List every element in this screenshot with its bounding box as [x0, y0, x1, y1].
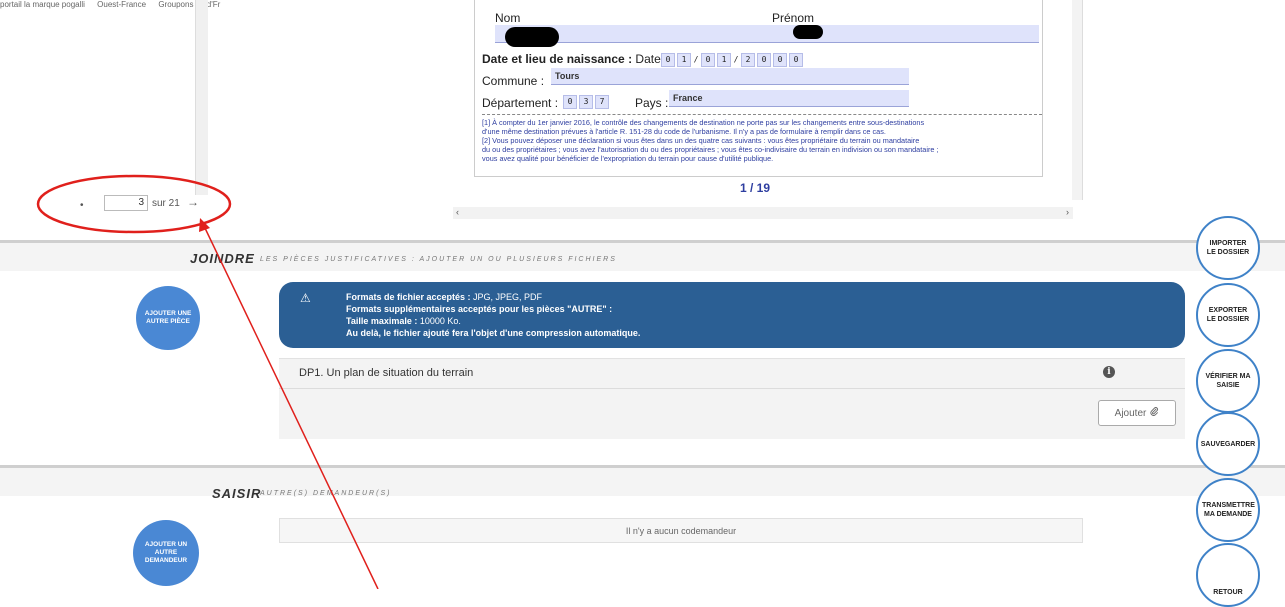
date-digit: 0	[789, 53, 803, 67]
pager-next-arrow-icon[interactable]: →	[187, 195, 199, 209]
info-icon[interactable]: i	[1103, 366, 1115, 378]
document-row-divider	[279, 388, 1185, 389]
date-digit: 0	[757, 53, 771, 67]
date-digit: 0	[773, 53, 787, 67]
verify-saisie-label: VÉRIFIER MA SAISIE	[1205, 373, 1251, 389]
banner-size-label: Taille maximale :	[346, 316, 418, 326]
pays-label: Pays :	[635, 96, 669, 110]
date-sep: /	[733, 55, 739, 64]
note-2c: vous avez qualité pour bénéficier de l'e…	[482, 154, 774, 163]
commune-label: Commune :	[482, 74, 545, 88]
viewer-vertical-scrollbar[interactable]	[1072, 0, 1083, 200]
scroll-right-icon[interactable]: ›	[1066, 207, 1069, 217]
date-digit: 1	[717, 53, 731, 67]
commune-field[interactable]: Tours	[551, 68, 909, 85]
save-button[interactable]: SAUVEGARDER	[1196, 412, 1260, 476]
verify-saisie-button[interactable]: VÉRIFIER MA SAISIE	[1196, 349, 1260, 413]
note-2b: du ou des propriétaires ; vous avez l'au…	[482, 145, 939, 154]
date-field[interactable]: 0 1/0 1/2 0 0 0	[661, 49, 805, 67]
banner-line-1: Formats de fichier acceptés : JPG, JPEG,…	[346, 292, 542, 302]
banner-size-value: 10000 Ko.	[417, 316, 461, 326]
add-piece-label: AJOUTER UNE AUTRE PIÈCE	[144, 310, 192, 325]
save-label: SAUVEGARDER	[1200, 440, 1256, 448]
page-number-input[interactable]: 3	[104, 195, 148, 211]
export-dossier-button[interactable]: EXPORTER LE DOSSIER	[1196, 283, 1260, 347]
banner-formats-label: Formats de fichier acceptés :	[346, 292, 471, 302]
add-file-button[interactable]: Ajouter	[1098, 400, 1176, 426]
note-1: [1] À compter du 1er janvier 2016, le co…	[482, 118, 925, 127]
departement-field[interactable]: 037	[563, 91, 611, 109]
pager-prev-icon[interactable]: •	[80, 200, 84, 211]
viewer-left-gutter	[195, 0, 208, 195]
joindre-title: JOINDRE	[190, 251, 255, 266]
export-dossier-label: EXPORTER LE DOSSIER	[1206, 307, 1250, 323]
add-piece-button[interactable]: AJOUTER UNE AUTRE PIÈCE	[136, 286, 200, 350]
file-format-info-banner: ⚠ Formats de fichier acceptés : JPG, JPE…	[279, 282, 1185, 348]
warning-icon: ⚠	[300, 291, 311, 305]
send-request-label: TRANSMETTRE MA DEMANDE	[1202, 502, 1255, 518]
date-digit: 2	[741, 53, 755, 67]
dept-digit: 3	[579, 95, 593, 109]
bookmark-2[interactable]: Ouest-France	[97, 0, 146, 9]
document-title: DP1. Un plan de situation du terrain	[299, 367, 474, 379]
prenom-label: Prénom	[772, 11, 815, 25]
bookmark-1[interactable]: portail la marque pogalli	[0, 0, 85, 9]
date-digit: 0	[701, 53, 715, 67]
redaction-nom	[505, 27, 559, 47]
bookmark-3[interactable]: Groupons Ile-d'Fr	[158, 0, 220, 9]
joindre-subtitle: LES PIÈCES JUSTIFICATIVES : AJOUTER UN O…	[260, 256, 617, 263]
codemandeur-empty-text: Il n'y a aucun codemandeur	[625, 525, 737, 536]
import-dossier-button[interactable]: IMPORTER LE DOSSIER	[1196, 216, 1260, 280]
pays-field[interactable]: France	[669, 90, 909, 107]
send-request-button[interactable]: TRANSMETTRE MA DEMANDE	[1196, 478, 1260, 542]
pdf-horizontal-scrollbar[interactable]: ‹ ›	[453, 207, 1073, 219]
date-digit: 0	[661, 53, 675, 67]
banner-line-4: Au delà, le fichier ajouté fera l'objet …	[346, 328, 641, 338]
pdf-page: Nom Prénom Date et lieu de naissance : D…	[474, 0, 1043, 177]
departement-label: Département :	[482, 96, 559, 110]
date-digit: 1	[677, 53, 691, 67]
banner-line-2: Formats supplémentaires acceptés pour le…	[346, 304, 613, 314]
pdf-page-count: 1 / 19	[740, 181, 771, 195]
scroll-left-icon[interactable]: ‹	[456, 207, 459, 217]
banner-formats-value: JPG, JPEG, PDF	[470, 292, 543, 302]
nom-prenom-field[interactable]	[495, 25, 1039, 43]
add-demandeur-label: AJOUTER UN AUTRE DEMANDEUR	[144, 541, 188, 564]
page-total-label: sur 21	[152, 198, 180, 209]
annotation-arrowhead	[199, 218, 210, 232]
redaction-prenom	[793, 25, 823, 39]
back-button[interactable]: RETOUR	[1196, 543, 1260, 607]
saisir-subtitle: AUTRE(S) DEMANDEUR(S)	[260, 490, 392, 497]
notes-divider	[482, 114, 1042, 115]
saisir-section-bar	[0, 465, 1285, 496]
note-2: [2] Vous pouvez déposer une déclaration …	[482, 136, 920, 145]
paperclip-icon	[1150, 407, 1159, 419]
banner-line-3: Taille maximale : 10000 Ko.	[346, 316, 461, 326]
date-label: Date et lieu de naissance :	[482, 52, 633, 66]
dept-digit: 7	[595, 95, 609, 109]
import-dossier-label: IMPORTER LE DOSSIER	[1206, 240, 1250, 256]
codemandeur-empty-box: Il n'y a aucun codemandeur	[279, 518, 1083, 543]
footnotes: [1] À compter du 1er janvier 2016, le co…	[482, 118, 1042, 163]
back-label: RETOUR	[1213, 589, 1243, 596]
add-demandeur-button[interactable]: AJOUTER UN AUTRE DEMANDEUR	[133, 520, 199, 586]
note-1b: d'une même destination prévues à l'artic…	[482, 127, 886, 136]
nom-label: Nom	[495, 11, 521, 25]
add-file-label: Ajouter	[1114, 407, 1147, 419]
saisir-title: SAISIR	[212, 486, 262, 501]
date-sep: /	[693, 55, 699, 64]
dept-digit: 0	[563, 95, 577, 109]
